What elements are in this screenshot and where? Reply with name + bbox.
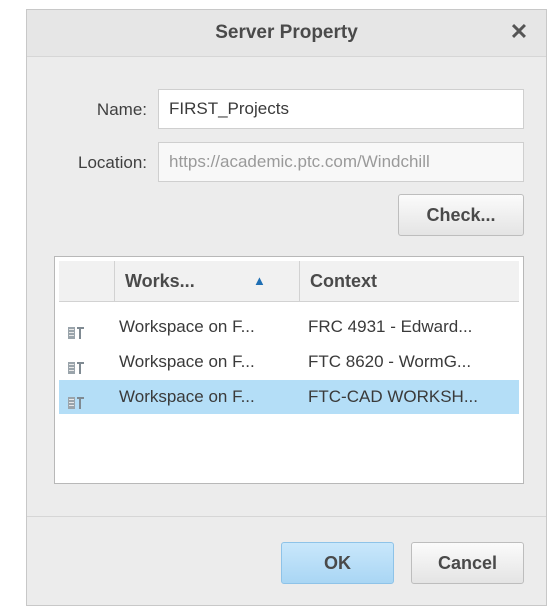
dialog-titlebar: Server Property ✕ [27, 10, 546, 57]
column-header-workspace-label: Works... [125, 271, 195, 291]
context-cell: FTC 8620 - WormG... [308, 352, 472, 371]
location-field: https://academic.ptc.com/Windchill [158, 142, 524, 182]
check-button[interactable]: Check... [398, 194, 524, 236]
name-field[interactable]: FIRST_Projects [158, 89, 524, 129]
cancel-button[interactable]: Cancel [411, 542, 524, 584]
table-row[interactable]: Workspace on F... FTC 8620 - WormG... [59, 345, 519, 379]
location-label: Location: [78, 153, 147, 172]
column-header-workspace[interactable]: Works... ▲ [114, 261, 299, 301]
workspace-icon [67, 319, 85, 339]
table-row[interactable]: Workspace on F... FRC 4931 - Edward... [59, 310, 519, 344]
context-cell: FTC-CAD WORKSH... [308, 387, 478, 406]
workspace-cell: Workspace on F... [119, 387, 255, 406]
workspace-table: Works... ▲ Context Workspace on F... FRC … [54, 256, 524, 484]
table-row[interactable]: Workspace on F... FTC-CAD WORKSH... [59, 380, 519, 414]
dialog-title: Server Property [215, 22, 358, 43]
table-header: Works... ▲ Context [59, 261, 519, 302]
close-icon[interactable]: ✕ [506, 19, 532, 45]
column-header-context[interactable]: Context [299, 261, 521, 301]
workspace-icon [67, 389, 85, 409]
workspace-cell: Workspace on F... [119, 352, 255, 371]
workspace-cell: Workspace on F... [119, 317, 255, 336]
server-property-dialog: Server Property ✕ Name: FIRST_Projects L… [26, 9, 547, 606]
context-cell: FRC 4931 - Edward... [308, 317, 473, 336]
name-label: Name: [96, 100, 147, 119]
ok-button[interactable]: OK [281, 542, 394, 584]
sort-ascending-icon: ▲ [253, 273, 266, 288]
workspace-icon [67, 354, 85, 374]
footer-divider [27, 516, 546, 517]
